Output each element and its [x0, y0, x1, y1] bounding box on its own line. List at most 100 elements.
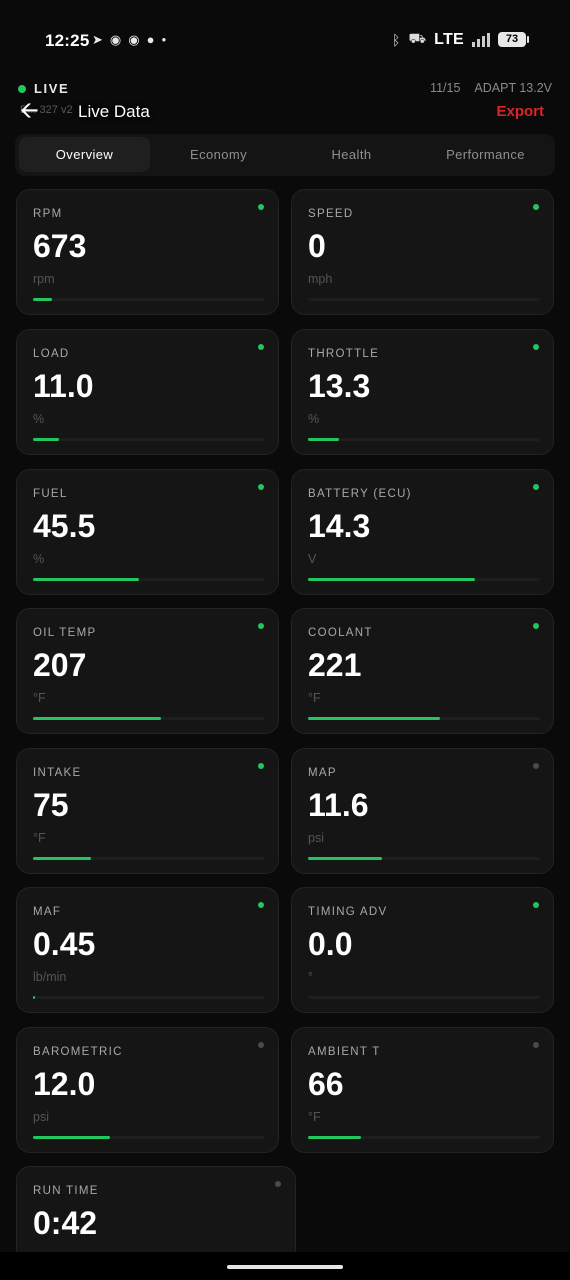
tab-health[interactable]: Health — [287, 137, 416, 172]
metric-label: RPM — [33, 208, 63, 220]
export-button[interactable]: Export — [496, 103, 544, 120]
status-dot — [258, 344, 264, 350]
battery-icon: 73 — [498, 32, 529, 47]
back-arrow-icon[interactable]: 🡨 — [20, 98, 39, 122]
metric-unit: % — [308, 412, 320, 426]
status-dot — [533, 902, 539, 908]
metric-unit: °F — [308, 691, 321, 705]
pid-counter: 11/15 — [430, 81, 461, 95]
network-type: LTE — [434, 30, 464, 48]
metric-card-ambient-t[interactable]: AMBIENT T 66 °F — [291, 1027, 554, 1153]
tab-performance[interactable]: Performance — [420, 137, 551, 172]
notification-icons: ➤ ◉ ◉ ● ● — [92, 30, 166, 50]
metric-value: 0 — [308, 228, 326, 264]
metric-card-maf[interactable]: MAF 0.45 lb/min — [16, 887, 279, 1013]
level-bar — [33, 717, 265, 720]
metric-label: SPEED — [308, 208, 354, 220]
metric-card-barometric[interactable]: BAROMETRIC 12.0 psi — [16, 1027, 279, 1153]
metric-label: LOAD — [33, 348, 70, 360]
metric-value: 207 — [33, 647, 87, 683]
telegram-icon: ➤ — [92, 32, 103, 47]
home-gesture-handle[interactable] — [227, 1265, 343, 1269]
metric-label: MAP — [308, 767, 337, 779]
message-icon: ● — [146, 32, 155, 47]
live-indicator: LIVE — [18, 81, 69, 96]
metric-value: 45.5 — [33, 508, 96, 544]
metric-card-throttle[interactable]: THROTTLE 13.3 % — [291, 329, 554, 455]
system-nav-bar — [0, 1252, 570, 1280]
tab-bar: Overview Economy Health Performance — [15, 134, 555, 176]
metric-unit: ° — [308, 970, 313, 984]
level-fill — [33, 857, 91, 860]
metric-unit: psi — [308, 831, 324, 845]
status-dot — [533, 204, 539, 210]
system-indicators: ᛒ ⛟ LTE 73 — [392, 30, 529, 49]
metric-card-speed[interactable]: SPEED 0 mph — [291, 189, 554, 315]
metric-unit: °F — [33, 691, 46, 705]
level-fill — [308, 578, 476, 581]
metric-label: BATTERY (ECU) — [308, 488, 412, 500]
metric-card-coolant[interactable]: COOLANT 221 °F — [291, 608, 554, 734]
metric-value: 11.0 — [33, 368, 94, 404]
tab-economy[interactable]: Economy — [154, 137, 283, 172]
level-fill — [33, 298, 52, 301]
metric-value: 14.3 — [308, 508, 371, 544]
metric-unit: % — [33, 552, 45, 566]
level-bar — [33, 298, 265, 301]
metric-card-fuel[interactable]: FUEL 45.5 % — [16, 469, 279, 595]
adapter-voltage: ADAPT 13.2V — [474, 81, 552, 95]
level-fill — [33, 578, 139, 581]
level-bar — [308, 1136, 540, 1139]
level-fill — [308, 857, 383, 860]
metric-label: COOLANT — [308, 627, 373, 639]
metric-unit: % — [33, 412, 45, 426]
level-fill — [33, 717, 161, 720]
metric-unit: °F — [33, 831, 46, 845]
metric-label: MAF — [33, 906, 62, 918]
metric-value: 0.45 — [33, 926, 96, 962]
level-bar — [33, 857, 265, 860]
metric-card-battery-ecu[interactable]: BATTERY (ECU) 14.3 V — [291, 469, 554, 595]
dot-icon: ● — [161, 35, 167, 44]
status-dot — [258, 623, 264, 629]
level-fill — [33, 438, 59, 441]
metric-unit: psi — [33, 1110, 49, 1124]
metric-unit: mph — [308, 272, 333, 286]
bluetooth-icon: ᛒ — [392, 31, 401, 48]
level-bar — [308, 438, 540, 441]
metric-card-timing-adv[interactable]: TIMING ADV 0.0 ° — [291, 887, 554, 1013]
page-title: Live Data — [78, 102, 150, 121]
level-bar — [308, 298, 540, 301]
level-fill — [33, 996, 35, 999]
discord-icon: ◉ — [109, 32, 122, 47]
metric-unit: °F — [308, 1110, 321, 1124]
metric-card-intake[interactable]: INTAKE 75 °F — [16, 748, 279, 874]
status-dot — [258, 763, 264, 769]
metric-value: 66 — [308, 1066, 344, 1102]
level-bar — [308, 857, 540, 860]
level-fill — [33, 1136, 110, 1139]
status-dot — [533, 1042, 539, 1048]
status-bar: 12:25 ➤ ◉ ◉ ● ● ᛒ ⛟ LTE 73 — [0, 0, 570, 80]
metric-card-oil-temp[interactable]: OIL TEMP 207 °F — [16, 608, 279, 734]
discord-icon: ◉ — [128, 32, 140, 47]
live-status-dot — [18, 84, 26, 93]
metric-value: 0.0 — [308, 926, 353, 962]
metric-value: 221 — [308, 647, 362, 683]
status-dot — [258, 204, 264, 210]
metric-unit: V — [308, 552, 317, 566]
tab-overview[interactable]: Overview — [19, 137, 150, 172]
metric-label: RUN TIME — [33, 1185, 99, 1197]
metric-unit: lb/min — [33, 970, 67, 984]
metric-label: OIL TEMP — [33, 627, 97, 639]
metric-card-load[interactable]: LOAD 11.0 % — [16, 329, 279, 455]
connection-meta: 11/15 ADAPT 13.2V — [430, 81, 552, 95]
level-bar — [33, 1136, 265, 1139]
metric-card-map[interactable]: MAP 11.6 psi — [291, 748, 554, 874]
metric-value: 673 — [33, 228, 87, 264]
metric-card-rpm[interactable]: RPM 673 rpm — [16, 189, 279, 315]
level-fill — [308, 717, 441, 720]
metric-value: 13.3 — [308, 368, 371, 404]
status-dot — [258, 1042, 264, 1048]
metric-value: 75 — [33, 787, 69, 823]
